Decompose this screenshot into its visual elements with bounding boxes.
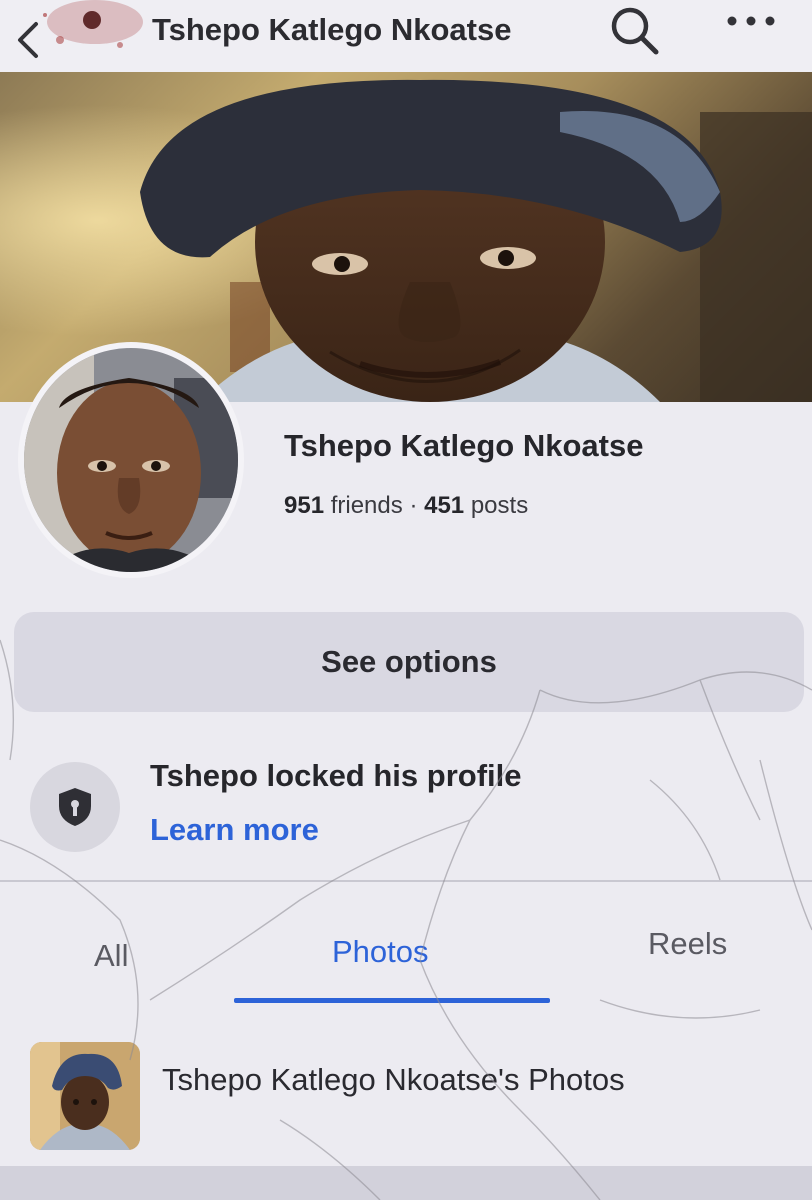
- tab-reels[interactable]: Reels: [648, 926, 727, 962]
- tab-all[interactable]: All: [94, 938, 128, 974]
- shield-lock-icon: [59, 788, 91, 826]
- friends-label[interactable]: friends: [331, 492, 403, 519]
- see-options-label: See options: [321, 644, 497, 679]
- album-title[interactable]: Tshepo Katlego Nkoatse's Photos: [162, 1062, 625, 1098]
- profile-avatar[interactable]: [18, 342, 244, 578]
- posts-count: 451: [424, 492, 465, 519]
- lock-badge: [30, 762, 120, 852]
- stats-separator: ·: [409, 492, 418, 519]
- active-tab-indicator: [234, 998, 550, 1003]
- search-icon[interactable]: [604, 2, 664, 62]
- locked-profile-title: Tshepo locked his profile: [150, 758, 522, 793]
- posts-label: posts: [470, 492, 529, 519]
- header-title: Tshepo Katlego Nkoatse: [152, 12, 512, 47]
- section-divider: [0, 880, 812, 882]
- profile-name: Tshepo Katlego Nkoatse: [284, 428, 644, 463]
- friends-count: 951: [284, 492, 325, 519]
- profile-stats: 951 friends · 451 posts: [284, 492, 528, 520]
- album-thumbnail[interactable]: [30, 1042, 140, 1150]
- tab-photos[interactable]: Photos: [332, 934, 429, 970]
- see-options-button[interactable]: See options: [14, 612, 804, 712]
- back-arrow-icon[interactable]: [12, 18, 46, 62]
- top-bar: Tshepo Katlego Nkoatse: [0, 0, 812, 72]
- learn-more-link[interactable]: Learn more: [150, 812, 319, 848]
- more-options-icon[interactable]: [722, 12, 780, 30]
- bottom-edge: [0, 1166, 812, 1200]
